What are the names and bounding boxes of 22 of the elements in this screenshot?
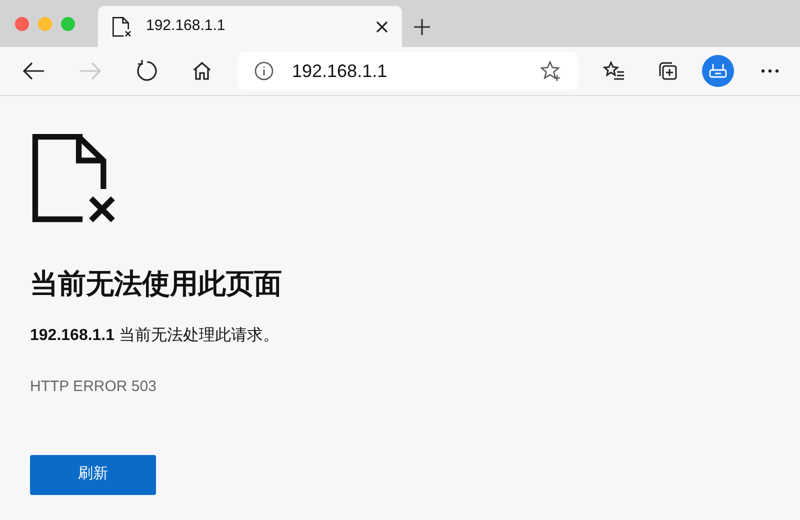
home-icon (192, 61, 212, 81)
new-tab-icon[interactable] (414, 19, 430, 35)
error-message: 192.168.1.1 当前无法处理此请求。 (30, 326, 279, 346)
back-arrow-icon (23, 62, 45, 80)
more-icon (761, 69, 779, 73)
url-text: 192.168.1.1 (292, 60, 388, 82)
browser-tab[interactable]: 192.168.1.1 (98, 6, 402, 47)
collections-icon (657, 60, 679, 82)
forward-arrow-icon (79, 62, 101, 80)
add-favorite-icon[interactable] (540, 60, 562, 82)
profile-button[interactable] (702, 55, 734, 87)
error-code: HTTP ERROR 503 (30, 377, 156, 397)
tab-title: 192.168.1.1 (146, 16, 226, 36)
error-page-icon (112, 16, 132, 36)
address-bar[interactable]: 192.168.1.1 (238, 52, 578, 90)
refresh-icon (135, 60, 157, 82)
info-icon[interactable] (254, 61, 274, 81)
refresh-page-button[interactable]: 刷新 (30, 454, 156, 494)
error-heading: 当前无法使用此页面 (30, 267, 282, 301)
favorites-list-icon (603, 61, 625, 81)
router-icon (709, 63, 727, 79)
close-icon[interactable] (376, 20, 388, 32)
